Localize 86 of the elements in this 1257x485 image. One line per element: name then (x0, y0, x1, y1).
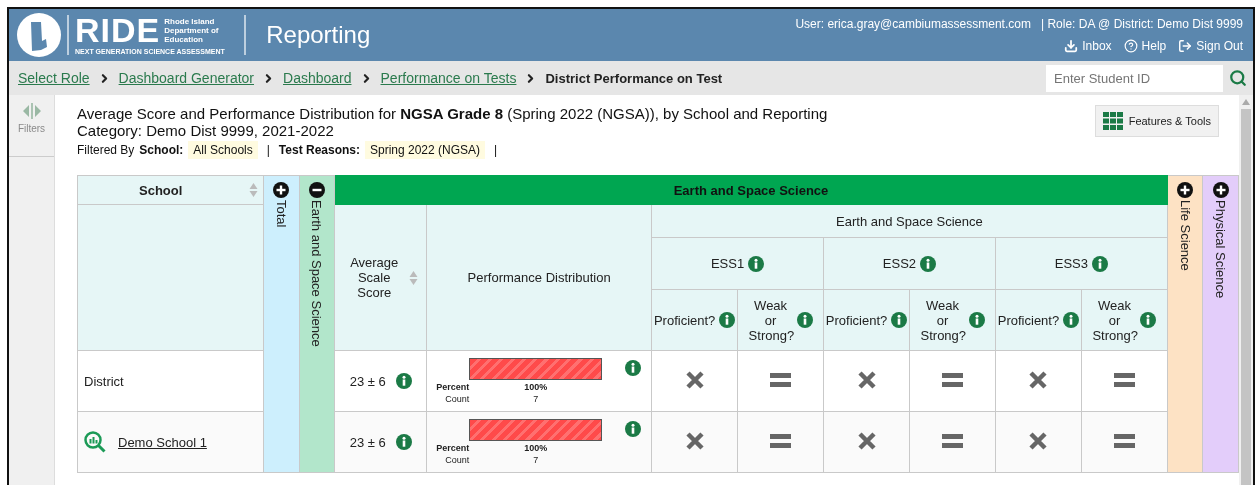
column-header: Weak or Strong? (1081, 289, 1168, 351)
filter-label: School: (139, 143, 184, 157)
plus-icon[interactable] (273, 182, 290, 198)
info-icon[interactable] (395, 434, 412, 450)
column-header: ESS2 (823, 237, 996, 290)
download-icon (1064, 39, 1079, 53)
column-header: ESS3 (995, 237, 1168, 290)
equals-icon (1113, 433, 1135, 448)
column-header: Earth and Space Science (651, 204, 1168, 238)
group-label: Earth and Space Science (309, 200, 325, 347)
cross-icon (1029, 370, 1048, 389)
distribution-bar[interactable] (469, 358, 603, 380)
info-icon[interactable] (625, 360, 642, 376)
sign-out-icon (1178, 39, 1193, 53)
student-id-field[interactable]: Enter Student ID (1046, 64, 1223, 92)
header-link[interactable]: Inbox (1064, 39, 1112, 53)
group-banner: Earth and Space Science (334, 175, 1168, 205)
group-label: Physical Science (1213, 200, 1229, 299)
info-icon[interactable] (796, 312, 813, 328)
info-icon[interactable] (1063, 312, 1080, 328)
breadcrumb-link[interactable]: Performance on Tests (380, 70, 517, 86)
cross-icon (685, 431, 704, 450)
distribution-cell: Percent 100% Count 7 (426, 411, 652, 473)
cross-icon (857, 431, 876, 450)
header-link[interactable]: Help (1123, 39, 1167, 53)
school-link[interactable]: Demo School 1 (118, 434, 207, 450)
equals-icon (770, 433, 792, 448)
header-link[interactable]: Sign Out (1178, 39, 1243, 53)
info-icon[interactable] (920, 255, 937, 272)
group-label: Life Science (1177, 200, 1193, 271)
breadcrumb-link[interactable]: Dashboard (283, 70, 352, 86)
column-header: Proficient? (995, 289, 1082, 351)
logo-wordmark: RIDE (75, 15, 161, 45)
column-header: Proficient? (651, 289, 738, 351)
grid-icon[interactable] (1102, 112, 1123, 130)
breadcrumb-link[interactable]: District Performance on Test (545, 70, 723, 86)
column-header: Performance Distribution (426, 204, 652, 351)
filter-label: Test Reasons: (278, 143, 360, 157)
distribution-bar[interactable] (469, 419, 603, 441)
filter-value: All Schools (188, 141, 258, 159)
app-title: Reporting (266, 21, 371, 49)
column-header[interactable]: Average Scale Score (334, 204, 427, 351)
column-header: ESS1 (651, 237, 824, 290)
plus-icon[interactable] (1177, 182, 1194, 198)
user-role: | Role: DA @ District: Demo Dist 9999 (1040, 17, 1243, 31)
help-icon (1123, 39, 1138, 53)
equals-icon (770, 372, 792, 387)
info-icon[interactable] (748, 255, 765, 272)
filter-value: Spring 2022 (NGSA) (365, 141, 486, 159)
logo-drawing (17, 13, 61, 57)
filtered-by-label: Filtered By (77, 143, 135, 157)
plus-icon[interactable] (1212, 182, 1229, 198)
scrollbar[interactable] (1239, 95, 1253, 485)
search-icon[interactable] (1229, 69, 1247, 87)
separator: | (266, 143, 270, 157)
equals-icon (1113, 372, 1135, 387)
info-icon[interactable] (719, 312, 736, 328)
distribution-cell: Percent 100% Count 7 (426, 350, 652, 412)
info-icon[interactable] (395, 373, 412, 389)
column-header[interactable]: School (77, 175, 264, 205)
info-icon[interactable] (891, 312, 908, 328)
cross-icon (1029, 431, 1048, 450)
info-icon[interactable] (1091, 255, 1108, 272)
report-title: Average Score and Performance Distribution for NGSA Grade 8 (Spring 2022 (NGSA)), by School and Reporting Category: Demo Dist 9999, 2021-2022 (77, 105, 829, 139)
group-label: Total (273, 200, 289, 228)
info-icon[interactable] (1140, 312, 1157, 328)
score-cell: 23 ± 6 (334, 411, 427, 473)
cross-icon (857, 370, 876, 389)
info-icon[interactable] (968, 312, 985, 328)
school-name: District (84, 373, 124, 389)
score-cell: 23 ± 6 (334, 350, 427, 412)
breadcrumb-link[interactable]: Select Role (18, 70, 90, 86)
agency-name: Rhode Island Department of Education (164, 16, 220, 44)
equals-icon (942, 433, 963, 448)
info-icon[interactable] (625, 421, 642, 437)
cross-icon (685, 370, 704, 389)
column-header: Proficient? (823, 289, 910, 351)
features-tools-button[interactable]: Features & Tools (1094, 105, 1219, 137)
column-header: Weak or Strong? (909, 289, 996, 351)
separator: | (494, 143, 498, 157)
minus-icon[interactable] (308, 182, 325, 198)
user-email: User: erica.gray@cambiumassessment.com (795, 17, 1031, 31)
breadcrumb-link[interactable]: Dashboard Generator (118, 70, 254, 86)
chart-search-icon[interactable] (84, 431, 106, 453)
equals-icon (942, 372, 963, 387)
column-header: Weak or Strong? (737, 289, 824, 351)
